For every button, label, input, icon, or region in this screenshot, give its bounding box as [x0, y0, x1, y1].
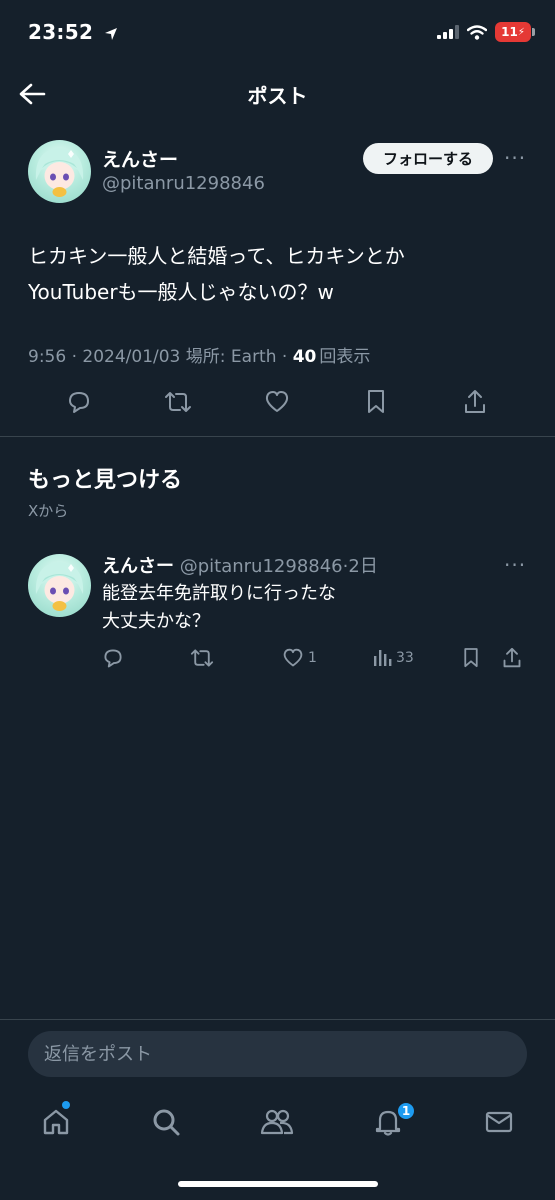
charging-bolt-icon: ⚡	[517, 26, 525, 38]
page-title: ポスト	[247, 84, 308, 108]
related-author-handle: @pitanru1298846	[179, 556, 343, 577]
reply-icon	[69, 392, 89, 413]
view-count-label: 回表示	[319, 347, 371, 367]
discover-subtitle: Xから	[28, 502, 69, 520]
related-author-avatar[interactable]	[28, 554, 91, 617]
more-options-icon[interactable]: ···	[504, 146, 526, 170]
author-avatar[interactable]	[28, 140, 91, 203]
related-post-action-bar: 1 33	[0, 646, 555, 670]
related-more-options-icon[interactable]: ···	[504, 553, 526, 577]
heart-icon	[265, 391, 289, 412]
nav-home[interactable]	[36, 1102, 76, 1142]
battery-level: 11	[501, 25, 518, 39]
repost-icon	[165, 392, 191, 412]
bookmark-button[interactable]	[360, 386, 392, 418]
battery-indicator: 11 ⚡	[495, 22, 535, 42]
share-button[interactable]	[459, 386, 491, 418]
post-timestamp-location: 9:56 · 2024/01/03 場所: Earth ·	[28, 347, 293, 367]
envelope-icon	[485, 1111, 513, 1133]
related-like-button[interactable]: 1	[282, 646, 317, 670]
related-view-count: 33	[396, 650, 414, 666]
wifi-icon	[467, 24, 487, 40]
nav-messages[interactable]	[479, 1102, 519, 1142]
notification-badge: 1	[396, 1101, 416, 1121]
post-text-line-2: YouTuberも一般人じゃないの？w	[28, 280, 334, 304]
status-time: 23:52	[28, 20, 94, 44]
like-button[interactable]	[261, 386, 293, 418]
repost-icon	[190, 649, 214, 667]
avatar-illustration	[35, 148, 84, 197]
reply-input[interactable]	[28, 1031, 527, 1077]
related-like-count: 1	[308, 650, 317, 666]
analytics-icon	[374, 650, 392, 666]
post-action-bar	[0, 386, 555, 418]
cellular-signal-icon	[437, 25, 459, 39]
follow-button[interactable]: フォローする	[363, 143, 493, 174]
author-handle[interactable]: @pitanru1298846	[102, 173, 265, 194]
reply-icon	[104, 649, 122, 668]
repost-button[interactable]	[162, 386, 194, 418]
divider	[0, 436, 555, 437]
related-post-header[interactable]: えんさー @pitanru1298846·2日	[102, 552, 378, 578]
related-post-time: ·2日	[342, 556, 378, 577]
bookmark-icon	[464, 648, 478, 668]
related-post-line-2: 大丈夫かな？	[102, 611, 210, 632]
nav-search[interactable]	[146, 1102, 186, 1142]
location-arrow-icon	[105, 28, 118, 40]
share-icon	[465, 390, 485, 413]
post-text: ヒカキン一般人と結婚って、ヒカキンとか YouTuberも一般人じゃないの？w	[28, 238, 528, 310]
communities-icon	[260, 1109, 294, 1135]
author-name[interactable]: えんさー	[102, 145, 178, 172]
share-icon	[503, 647, 521, 668]
home-unread-dot	[62, 1101, 70, 1109]
related-share-button[interactable]	[502, 646, 522, 670]
nav-communities[interactable]	[257, 1102, 297, 1142]
bookmark-icon	[368, 390, 384, 413]
home-indicator[interactable]	[178, 1181, 378, 1187]
avatar-illustration	[35, 562, 84, 611]
related-post-text: 能登去年免許取りに行ったな 大丈夫かな？	[102, 580, 336, 636]
related-repost-button[interactable]	[190, 646, 214, 670]
status-icons: 11 ⚡	[437, 22, 535, 42]
related-author-name: えんさー	[102, 556, 174, 577]
heart-icon	[283, 648, 303, 667]
related-post-line-1: 能登去年免許取りに行ったな	[102, 583, 336, 604]
search-icon	[153, 1109, 180, 1136]
post-text-line-1: ヒカキン一般人と結婚って、ヒカキンとか	[28, 244, 405, 268]
view-count: 40	[292, 347, 317, 367]
related-bookmark-button[interactable]	[462, 646, 480, 670]
reply-button[interactable]	[63, 386, 95, 418]
status-time-row: 23:52	[28, 20, 118, 44]
related-reply-button[interactable]	[102, 646, 124, 670]
home-icon	[43, 1109, 69, 1135]
discover-title: もっと見つける	[28, 468, 183, 493]
post-meta: 9:56 · 2024/01/03 場所: Earth · 40 回表示	[28, 342, 370, 367]
related-views-button[interactable]: 33	[372, 646, 414, 670]
